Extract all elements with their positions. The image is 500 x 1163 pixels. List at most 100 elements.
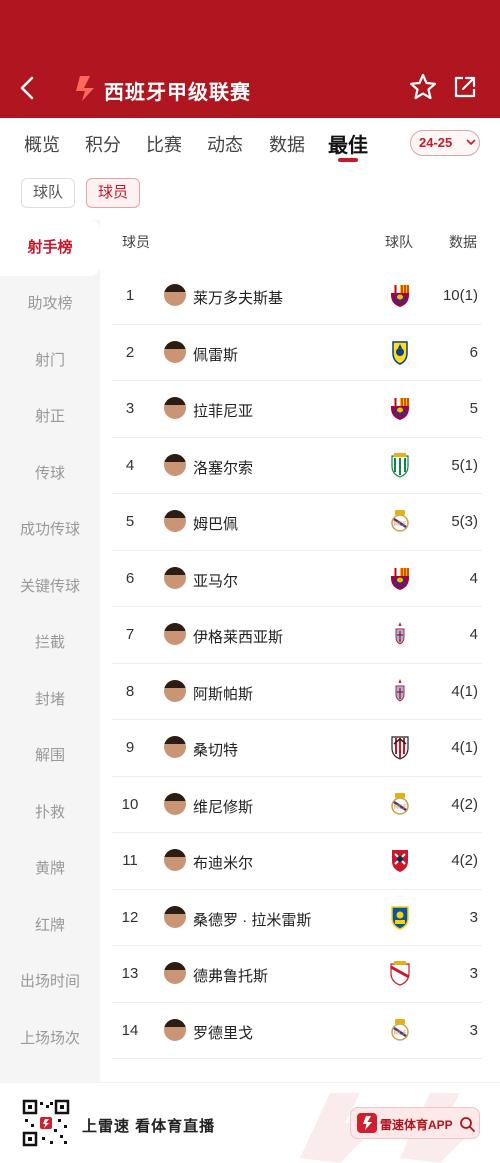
table-row[interactable]: 14 罗德里戈 MCF 3 — [100, 1003, 500, 1059]
player-avatar — [164, 284, 186, 306]
sidebar-item-red-cards[interactable]: 红牌 — [0, 898, 100, 954]
table-row[interactable]: 3 拉菲尼亚 5 — [100, 381, 500, 438]
rank-number: 13 — [121, 965, 139, 982]
rank-number: 4 — [125, 456, 135, 474]
player-name[interactable]: 姆巴佩 — [193, 513, 238, 534]
goals-value: 5(1) — [451, 456, 478, 474]
goals-value: 5(3) — [451, 513, 478, 530]
sidebar-item-shots-on-target[interactable]: 射正 — [0, 389, 100, 445]
osasuna-crest-icon[interactable] — [388, 847, 412, 873]
player-name[interactable]: 伊格莱西亚斯 — [193, 626, 283, 647]
tab-data[interactable]: 数据 — [269, 131, 305, 157]
player-avatar — [164, 849, 186, 871]
villarreal-crest-icon[interactable] — [388, 339, 412, 365]
player-avatar — [164, 905, 186, 928]
sidebar-item-passes[interactable]: 传球 — [0, 446, 100, 502]
player-avatar — [164, 340, 186, 363]
player-avatar — [164, 736, 186, 758]
filter-player-chip[interactable]: 球员 — [86, 178, 141, 208]
player-avatar — [164, 679, 186, 702]
player-name[interactable]: 拉菲尼亚 — [193, 400, 253, 421]
sidebar-item-interceptions[interactable]: 拦截 — [0, 615, 100, 671]
table-row[interactable]: 8 阿斯帕斯 4(1) — [100, 664, 500, 720]
sidebar-item-clearances[interactable]: 解围 — [0, 728, 100, 784]
barcelona-crest-icon[interactable] — [388, 565, 412, 591]
share-icon[interactable] — [452, 74, 478, 100]
goals-value: 4(1) — [451, 682, 478, 700]
real-madrid-crest-icon[interactable]: MCF — [388, 1017, 412, 1043]
table-row[interactable]: 9 桑切特 4(1) — [100, 720, 500, 777]
celta-vigo-crest-icon[interactable] — [388, 621, 412, 647]
rayo-vallecano-crest-icon[interactable] — [388, 960, 412, 986]
leisu-app-logo-icon — [357, 1113, 377, 1133]
sidebar-item-successful-passes[interactable]: 成功传球 — [0, 502, 100, 558]
search-icon — [460, 1117, 475, 1132]
sidebar-item-top-scorers[interactable]: 射手榜 — [0, 220, 100, 276]
filter-team-chip[interactable]: 球队 — [21, 178, 76, 208]
barcelona-crest-icon[interactable] — [388, 395, 412, 421]
rank-number: 12 — [121, 908, 139, 926]
player-name[interactable]: 亚马尔 — [193, 570, 238, 591]
las-palmas-crest-icon[interactable] — [388, 904, 412, 930]
open-app-button[interactable]: 雷速体育APP — [350, 1107, 480, 1139]
tab-matches[interactable]: 比赛 — [146, 131, 182, 157]
rank-number: 5 — [125, 513, 135, 530]
athletic-bilbao-crest-icon[interactable] — [388, 734, 412, 760]
rank-number: 8 — [125, 682, 135, 700]
player-name[interactable]: 莱万多夫斯基 — [193, 287, 283, 308]
player-name[interactable]: 洛塞尔索 — [193, 457, 253, 478]
tab-news[interactable]: 动态 — [207, 131, 243, 157]
table-row[interactable]: 7 伊格莱西亚斯 4 — [100, 607, 500, 664]
column-header-stat: 数据 — [449, 234, 477, 250]
tab-best[interactable]: 最佳 — [328, 129, 368, 158]
player-name[interactable]: 罗德里戈 — [193, 1022, 253, 1043]
rank-number: 1 — [125, 287, 135, 304]
sidebar-item-saves[interactable]: 扑救 — [0, 785, 100, 841]
rank-number: 10 — [121, 795, 139, 813]
download-banner[interactable]: 上雷速 看体育直播 雷速体育APP — [0, 1082, 500, 1163]
favorite-star-icon[interactable] — [408, 72, 438, 102]
real-madrid-crest-icon[interactable]: MCF — [388, 791, 412, 817]
sidebar-item-appearances[interactable]: 上场场次 — [0, 1011, 100, 1067]
goals-value: 4 — [469, 626, 478, 643]
real-madrid-crest-icon[interactable]: MCF — [388, 508, 412, 534]
table-row[interactable]: 12 桑德罗 · 拉米雷斯 3 — [100, 890, 500, 946]
tab-overview[interactable]: 概览 — [24, 131, 60, 157]
player-name[interactable]: 布迪米尔 — [193, 852, 253, 873]
player-name[interactable]: 德弗鲁托斯 — [193, 965, 268, 986]
player-name[interactable]: 桑切特 — [193, 739, 238, 760]
sidebar-item-shots[interactable]: 射门 — [0, 333, 100, 389]
player-name[interactable]: 佩雷斯 — [193, 344, 238, 365]
table-row[interactable]: 13 德弗鲁托斯 3 — [100, 946, 500, 1003]
goals-value: 6 — [469, 343, 478, 361]
back-arrow-icon[interactable] — [16, 74, 40, 102]
sidebar-item-minutes-played[interactable]: 出场时间 — [0, 954, 100, 1010]
goals-value: 4(2) — [451, 795, 478, 813]
season-selector[interactable]: 24-25 — [410, 130, 480, 156]
sidebar-item-key-passes[interactable]: 关键传球 — [0, 559, 100, 615]
rank-number: 14 — [121, 1021, 139, 1039]
column-header-team: 球队 — [385, 234, 413, 250]
player-name[interactable]: 阿斯帕斯 — [193, 683, 253, 704]
player-name[interactable]: 维尼修斯 — [193, 796, 253, 817]
sidebar-item-yellow-cards[interactable]: 黄牌 — [0, 841, 100, 897]
table-row[interactable]: 4 洛塞尔索 5(1) — [100, 438, 500, 494]
player-avatar — [164, 566, 186, 589]
table-row[interactable]: 6 亚马尔 4 — [100, 551, 500, 607]
celta-vigo-crest-icon[interactable] — [388, 678, 412, 704]
table-row[interactable]: 1 莱万多夫斯基 10(1) — [100, 268, 500, 325]
barcelona-crest-icon[interactable] — [388, 282, 412, 308]
table-row[interactable]: 2 佩雷斯 6 — [100, 325, 500, 381]
tab-standings[interactable]: 积分 — [85, 131, 121, 157]
table-row[interactable]: 11 布迪米尔 4(2) — [100, 833, 500, 890]
sidebar-item-blocks[interactable]: 封堵 — [0, 672, 100, 728]
table-row[interactable]: 5 姆巴佩 MCF 5(3) — [100, 494, 500, 551]
active-tab-indicator — [338, 158, 358, 162]
table-row[interactable]: 10 维尼修斯 MCF 4(2) — [100, 777, 500, 833]
laliga-logo-icon — [76, 76, 94, 101]
goals-value: 10(1) — [442, 287, 478, 304]
goals-value: 3 — [469, 965, 478, 982]
player-name[interactable]: 桑德罗 · 拉米雷斯 — [193, 909, 311, 930]
sidebar-item-assists[interactable]: 助攻榜 — [0, 276, 100, 332]
real-betis-crest-icon[interactable] — [388, 452, 412, 478]
